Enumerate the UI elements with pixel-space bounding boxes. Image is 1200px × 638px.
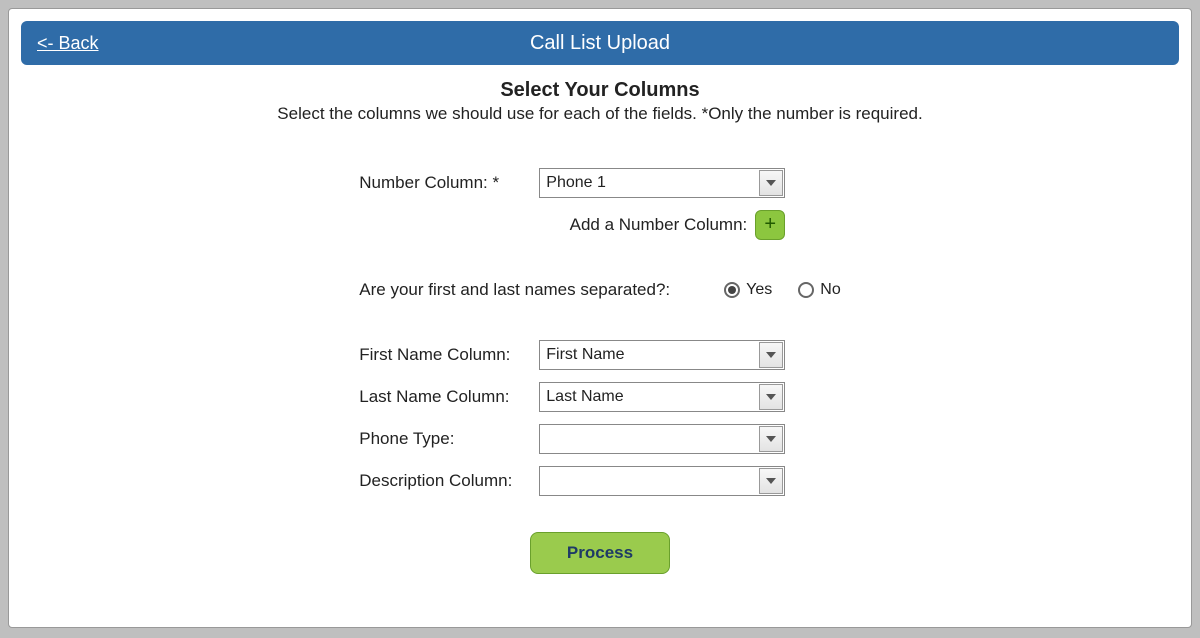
first-name-value[interactable]: First Name <box>539 340 785 370</box>
first-name-select[interactable]: First Name <box>539 340 785 370</box>
radio-yes[interactable]: Yes <box>724 281 772 299</box>
section-subtitle: Select the columns we should use for eac… <box>21 104 1179 124</box>
last-name-select[interactable]: Last Name <box>539 382 785 412</box>
phone-type-label: Phone Type: <box>359 429 539 449</box>
section-title: Select Your Columns <box>21 79 1179 102</box>
radio-yes-indicator <box>724 282 740 298</box>
last-name-label: Last Name Column: <box>359 387 539 407</box>
add-number-button[interactable]: + <box>755 210 785 240</box>
radio-no-indicator <box>798 282 814 298</box>
radio-no[interactable]: No <box>798 281 840 299</box>
names-separated-label: Are your first and last names separated?… <box>359 280 670 300</box>
header-bar: <- Back Call List Upload <box>21 21 1179 65</box>
form-area: Number Column: * Phone 1 Add a Number Co… <box>359 168 840 574</box>
number-column-select[interactable]: Phone 1 <box>539 168 785 198</box>
names-separated-group: Yes No <box>724 281 841 299</box>
last-name-row: Last Name Column: Last Name <box>359 382 840 412</box>
description-label: Description Column: <box>359 471 539 491</box>
names-separated-row: Are your first and last names separated?… <box>359 280 840 300</box>
first-name-row: First Name Column: First Name <box>359 340 840 370</box>
description-select[interactable] <box>539 466 785 496</box>
phone-type-row: Phone Type: <box>359 424 840 454</box>
content: Select Your Columns Select the columns w… <box>21 65 1179 574</box>
back-link[interactable]: <- Back <box>37 33 99 54</box>
description-row: Description Column: <box>359 466 840 496</box>
process-row: Process <box>359 532 840 574</box>
panel: <- Back Call List Upload Select Your Col… <box>8 8 1192 628</box>
phone-type-value[interactable] <box>539 424 785 454</box>
page-title: Call List Upload <box>530 32 670 55</box>
add-number-label: Add a Number Column: <box>570 215 748 235</box>
number-column-label: Number Column: * <box>359 173 539 193</box>
phone-type-select[interactable] <box>539 424 785 454</box>
number-column-value[interactable]: Phone 1 <box>539 168 785 198</box>
process-button[interactable]: Process <box>530 532 670 574</box>
number-column-row: Number Column: * Phone 1 <box>359 168 840 198</box>
description-value[interactable] <box>539 466 785 496</box>
radio-no-label: No <box>820 281 840 299</box>
first-name-label: First Name Column: <box>359 345 539 365</box>
radio-yes-label: Yes <box>746 281 772 299</box>
last-name-value[interactable]: Last Name <box>539 382 785 412</box>
add-number-row: Add a Number Column: + <box>359 210 785 240</box>
